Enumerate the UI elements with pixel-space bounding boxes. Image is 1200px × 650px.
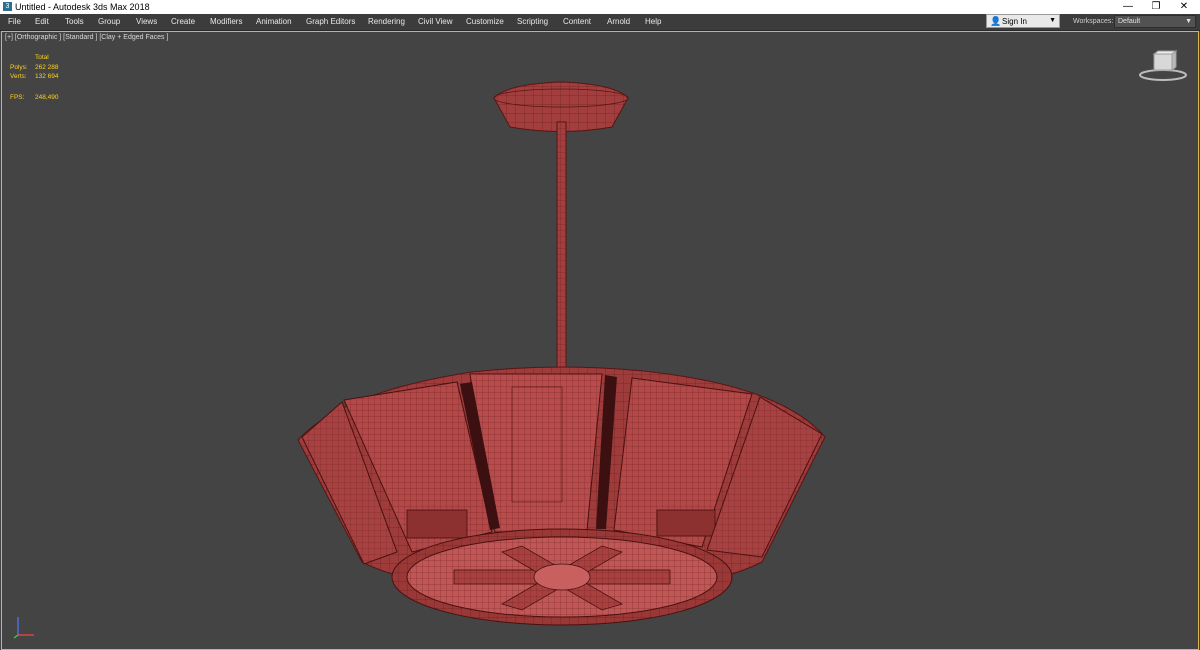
- viewport-orthographic[interactable]: [+] [Orthographic ] [Standard ] [Clay + …: [1, 31, 1199, 650]
- menu-scripting[interactable]: Scripting: [517, 14, 548, 30]
- menu-content[interactable]: Content: [563, 14, 591, 30]
- menu-graph-editors[interactable]: Graph Editors: [306, 14, 355, 30]
- menu-create[interactable]: Create: [171, 14, 195, 30]
- workspace-select[interactable]: Default ▼: [1114, 15, 1196, 28]
- window-title: Untitled - Autodesk 3ds Max 2018: [15, 2, 150, 12]
- minimize-button[interactable]: —: [1114, 0, 1142, 14]
- menu-edit[interactable]: Edit: [35, 14, 49, 30]
- close-button[interactable]: ✕: [1170, 0, 1198, 14]
- sign-in-label: Sign In: [1002, 17, 1027, 26]
- menu-animation[interactable]: Animation: [256, 14, 292, 30]
- menu-group[interactable]: Group: [98, 14, 120, 30]
- menu-rendering[interactable]: Rendering: [368, 14, 405, 30]
- menu-file[interactable]: File: [8, 14, 21, 30]
- menu-civil-view[interactable]: Civil View: [418, 14, 453, 30]
- menu-customize[interactable]: Customize: [466, 14, 504, 30]
- title-bar: 3 Untitled - Autodesk 3ds Max 2018 — ❐ ✕: [0, 0, 1200, 14]
- sign-in-dropdown[interactable]: 👤 Sign In ▼: [986, 14, 1060, 28]
- menu-views[interactable]: Views: [136, 14, 157, 30]
- workspaces-label: Workspaces:: [1073, 18, 1114, 25]
- menu-help[interactable]: Help: [645, 14, 661, 30]
- chevron-down-icon: ▼: [1185, 18, 1192, 25]
- restore-button[interactable]: ❐: [1142, 0, 1170, 14]
- user-icon: 👤: [990, 16, 1002, 26]
- menu-modifiers[interactable]: Modifiers: [210, 14, 242, 30]
- app-logo-icon: 3: [3, 2, 12, 11]
- menu-arnold[interactable]: Arnold: [607, 14, 630, 30]
- chandelier-model[interactable]: [2, 32, 1198, 649]
- menu-tools[interactable]: Tools: [65, 14, 84, 30]
- chevron-down-icon: ▼: [1049, 17, 1056, 24]
- workspace-value: Default: [1118, 18, 1141, 25]
